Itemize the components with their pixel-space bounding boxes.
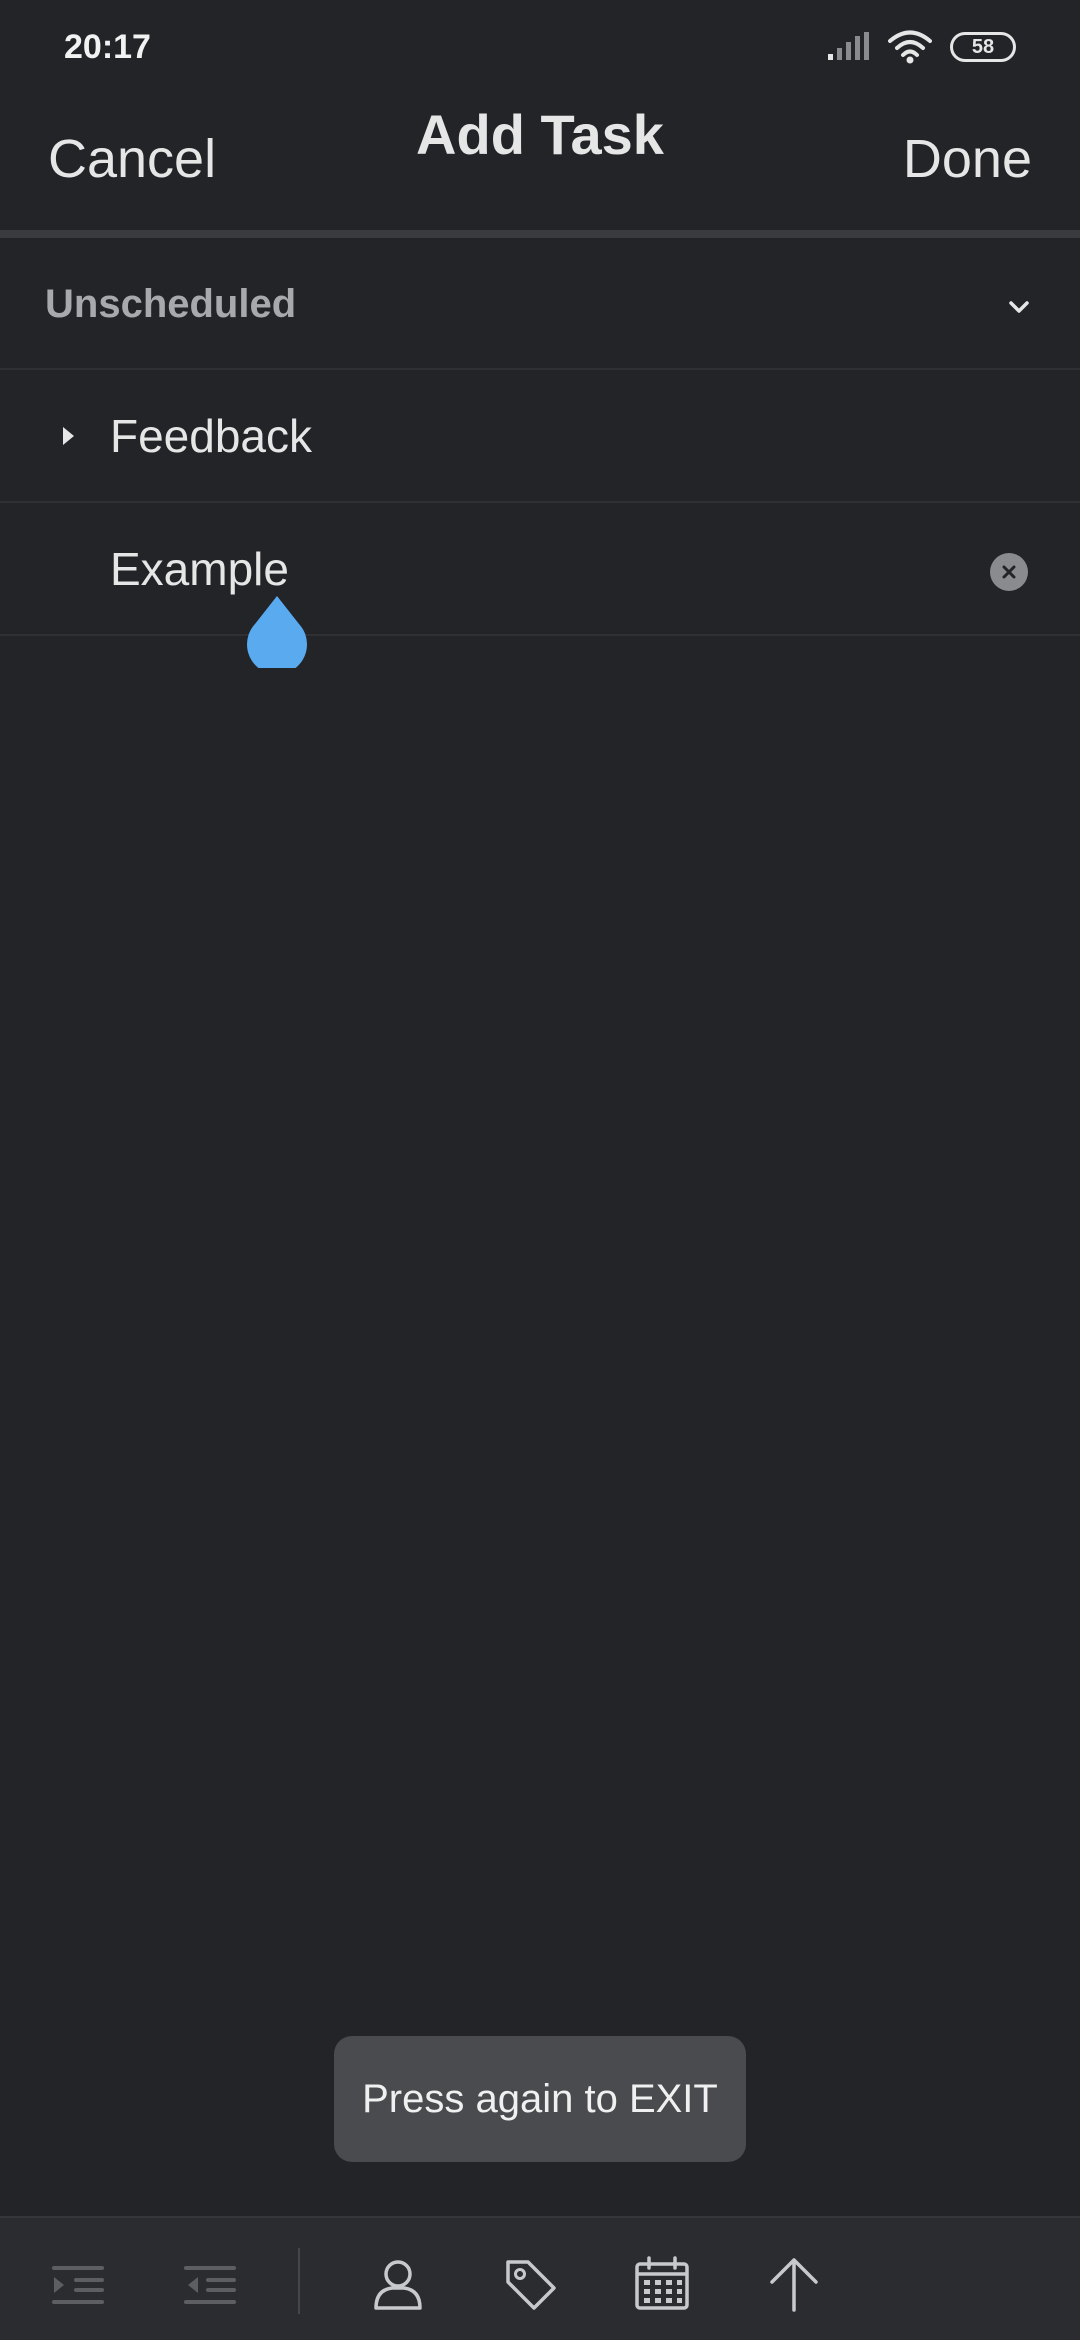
project-row[interactable]: Feedback — [0, 373, 1080, 503]
wifi-icon — [888, 30, 932, 64]
signal-icon — [828, 32, 869, 60]
indent-icon[interactable] — [48, 2254, 108, 2314]
schedule-selector[interactable]: Unscheduled — [0, 240, 1080, 370]
schedule-label: Unscheduled — [45, 282, 297, 326]
header-divider — [0, 230, 1080, 238]
status-icons: 58 — [826, 30, 1016, 64]
status-bar: 20:17 58 — [0, 0, 1080, 96]
outdent-icon[interactable] — [180, 2254, 240, 2314]
battery-icon: 58 — [950, 32, 1016, 62]
battery-level: 58 — [971, 35, 995, 58]
calendar-icon[interactable] — [632, 2254, 692, 2314]
toolbar-separator — [298, 2248, 300, 2314]
add-task-screen: 20:17 58 Cancel Add Task Done Unschedule… — [0, 0, 1080, 2340]
header: Cancel Add Task Done — [0, 96, 1080, 230]
toast-message: Press again to EXIT — [334, 2036, 746, 2162]
task-input[interactable]: Example — [110, 542, 289, 596]
caret-right-icon[interactable] — [58, 423, 78, 449]
clear-icon — [1002, 565, 1016, 579]
task-row[interactable]: Example — [0, 506, 1080, 636]
clear-button[interactable] — [990, 553, 1028, 591]
bottom-toolbar — [0, 2216, 1080, 2340]
project-label: Feedback — [110, 410, 313, 462]
priority-up-icon[interactable] — [764, 2254, 824, 2314]
chevron-down-icon — [1009, 301, 1029, 313]
tag-icon[interactable] — [500, 2254, 560, 2314]
status-time: 20:17 — [64, 28, 151, 66]
done-button[interactable]: Done — [903, 128, 1032, 190]
text-cursor-handle[interactable] — [247, 594, 307, 668]
assignee-icon[interactable] — [368, 2254, 428, 2314]
toast-text: Press again to EXIT — [362, 2076, 718, 2121]
